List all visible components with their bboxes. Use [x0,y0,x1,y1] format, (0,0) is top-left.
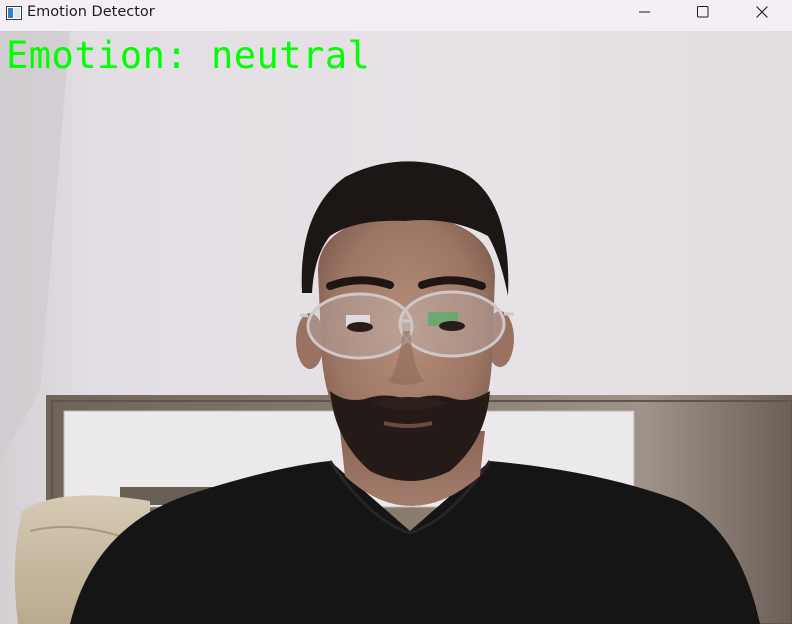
emotion-label: Emotion: neutral [6,34,371,77]
close-icon [756,6,768,18]
close-button[interactable] [733,0,791,24]
maximize-button[interactable] [674,0,732,24]
webcam-frame-image [0,31,792,624]
minimize-button[interactable] [616,0,674,24]
opencv-window-icon [6,5,22,21]
title-bar[interactable]: Emotion Detector [0,0,792,31]
window-title: Emotion Detector [27,4,155,20]
webcam-feed: Emotion: neutral [0,31,792,624]
maximize-icon [697,6,709,18]
emotion-detector-window: Emotion Detector Emotion: neutral [0,0,792,624]
minimize-icon [639,6,651,18]
